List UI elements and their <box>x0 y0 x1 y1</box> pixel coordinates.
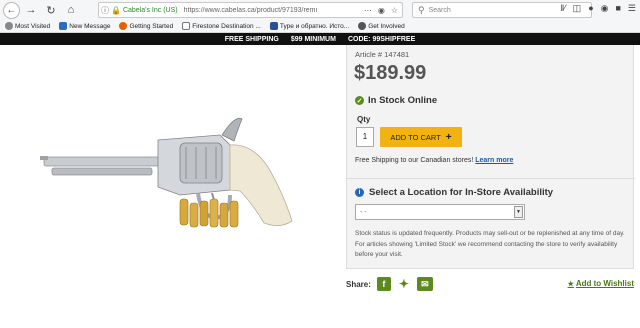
promo-banner[interactable]: FREE SHIPPING $99 MINIMUM CODE: 99SHIPFR… <box>0 33 640 45</box>
article-number: Article # 147481 <box>355 50 410 59</box>
location-title-label: Select a Location for In-Store Availabil… <box>369 187 554 198</box>
search-placeholder: Search <box>428 6 451 14</box>
location-select[interactable]: - - ▼ <box>355 204 525 220</box>
twitter-icon[interactable]: ✦ <box>397 277 411 291</box>
site-identity[interactable]: Cabela's Inc (US) <box>123 7 178 14</box>
product-image[interactable] <box>30 95 300 235</box>
stock-status-label: In Stock Online <box>368 95 438 106</box>
product-purchase-panel: Article # 147481 $189.99 ✓ In Stock Onli… <box>346 45 635 269</box>
pocket-icon[interactable]: ◉ <box>378 6 385 15</box>
star-icon: ★ <box>567 280 574 288</box>
info-icon: i <box>355 188 364 197</box>
extension-icon-3[interactable]: ■ <box>615 3 620 14</box>
location-title: i Select a Location for In-Store Availab… <box>355 187 553 198</box>
bookmark-star-icon[interactable]: ☆ <box>391 6 398 15</box>
quantity-label: Qty <box>357 115 371 124</box>
bookmark-getting-started[interactable]: Getting Started <box>119 22 173 30</box>
search-icon: ⚲ <box>418 4 425 15</box>
wishlist-label: Add to Wishlist <box>575 279 634 288</box>
shipping-text: Free Shipping to our Canadian stores! <box>355 157 476 164</box>
menu-icon[interactable]: ☰ <box>628 3 636 14</box>
bookmark-get-involved[interactable]: Get Involved <box>358 22 405 30</box>
library-icon[interactable]: ‖⁄ <box>560 3 565 14</box>
site-h-icon <box>269 22 278 30</box>
extension-icon[interactable]: ● <box>588 3 593 14</box>
product-price: $189.99 <box>354 62 427 84</box>
bookmark-firestone[interactable]: Firestone Destination ... <box>182 22 261 30</box>
promo-code: CODE: 99SHIPFREE <box>347 35 416 43</box>
globe-icon <box>358 22 367 30</box>
location-select-value: - - <box>360 208 367 216</box>
email-icon[interactable]: ✉ <box>416 277 433 291</box>
divider <box>347 178 635 179</box>
chevron-down-icon[interactable]: ▼ <box>514 206 523 218</box>
forward-arrow-icon[interactable]: → <box>23 2 39 18</box>
promo-free-shipping: FREE SHIPPING <box>224 35 279 43</box>
lock-icon: 🔒 <box>111 5 121 15</box>
facebook-icon[interactable]: f <box>376 277 391 291</box>
back-arrow-icon[interactable]: ← <box>3 1 20 19</box>
address-bar[interactable]: ⓘ 🔒 Cabela's Inc (US) https://www.cabela… <box>98 2 403 18</box>
promo-minimum: $99 MINIMUM <box>290 35 336 43</box>
outlook-icon <box>59 22 68 30</box>
quantity-input[interactable]: 1 <box>356 127 374 147</box>
gear-icon <box>5 22 13 30</box>
firefox-icon <box>119 22 128 30</box>
stock-status: ✓ In Stock Online <box>355 95 437 106</box>
page-actions-icon[interactable]: ⋯ <box>364 6 372 15</box>
bookmarks-toolbar: Most Visited New Message Getting Started… <box>0 20 640 33</box>
add-to-cart-label: ADD TO CART <box>390 132 441 142</box>
extension-icon-2[interactable]: ◉ <box>601 3 609 14</box>
bookmark-russian-site[interactable]: Туре и обратно. Исто... <box>269 22 349 30</box>
url-text[interactable]: https://www.cabelas.ca/product/97193/rem… <box>184 7 364 14</box>
bookmark-new-message[interactable]: New Message <box>59 22 110 30</box>
share-label: Share: <box>346 279 371 289</box>
info-icon[interactable]: ⓘ <box>99 5 111 16</box>
learn-more-link[interactable]: Learn more <box>475 157 513 164</box>
document-icon <box>182 22 191 30</box>
shipping-note: Free Shipping to our Canadian stores! Le… <box>355 157 513 164</box>
add-to-wishlist-link[interactable]: ★ Add to Wishlist <box>568 279 634 288</box>
share-row: Share: f ✦ ✉ <box>346 277 433 291</box>
bookmark-most-visited[interactable]: Most Visited <box>5 22 50 30</box>
browser-toolbar: ← → ↻ ⌂ ⓘ 🔒 Cabela's Inc (US) https://ww… <box>0 0 640 20</box>
plus-icon: + <box>445 131 452 143</box>
stock-disclaimer: Stock status is updated frequently. Prod… <box>355 230 625 258</box>
home-icon[interactable]: ⌂ <box>63 2 79 18</box>
checkmark-icon: ✓ <box>355 96 364 105</box>
reload-icon[interactable]: ↻ <box>43 2 59 18</box>
sidebar-icon[interactable]: ◫ <box>573 3 582 14</box>
add-to-cart-button[interactable]: ADD TO CART + <box>380 127 462 147</box>
